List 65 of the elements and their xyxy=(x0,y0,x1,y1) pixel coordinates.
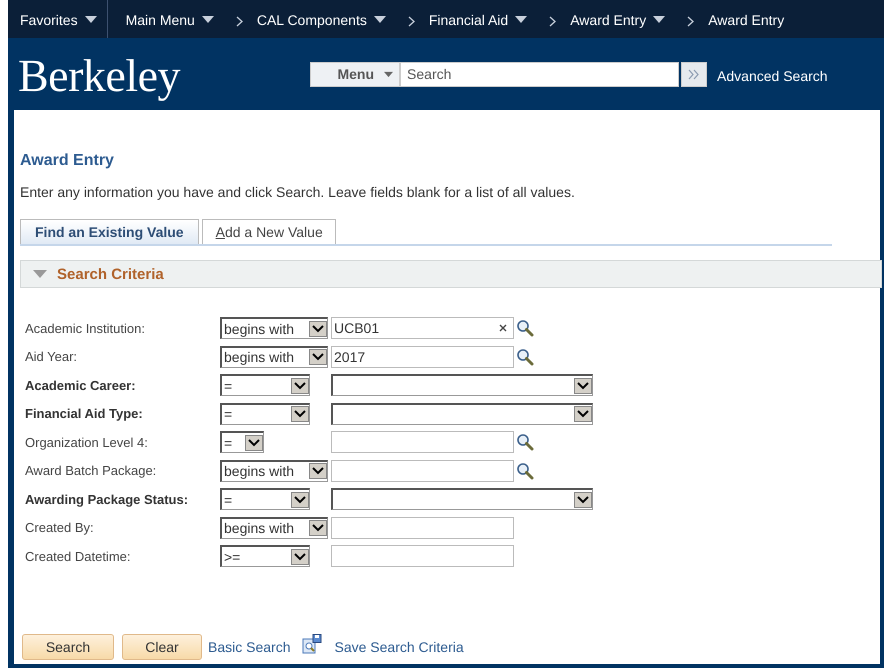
operator-dropdown[interactable]: = xyxy=(220,431,264,454)
input-field[interactable]: 2017 xyxy=(331,346,514,368)
operator-dropdown[interactable]: = xyxy=(220,488,310,510)
operator-dropdown[interactable]: = xyxy=(220,374,310,396)
value-dropdown[interactable] xyxy=(331,488,593,510)
nav-menu[interactable]: Financial Aid xyxy=(428,12,508,28)
tab[interactable]: Add a New Value xyxy=(202,219,336,244)
input-field[interactable]: UCB01 xyxy=(331,317,514,340)
nav-menu[interactable]: CAL Components xyxy=(256,12,367,28)
search-go-button[interactable] xyxy=(681,62,708,86)
field-label: Created Datetime: xyxy=(25,548,132,564)
operator-dropdown[interactable]: begins with xyxy=(220,460,328,482)
action-button[interactable]: Clear xyxy=(122,634,202,660)
field-label: Aid Year: xyxy=(25,349,78,364)
logo-text: Berkeley xyxy=(18,48,180,102)
nav-menu[interactable]: Award Entry xyxy=(570,12,646,28)
input-field[interactable] xyxy=(331,516,514,539)
caret-icon xyxy=(515,16,528,23)
chevron-icon xyxy=(236,16,243,27)
field-label: Created By: xyxy=(25,520,95,536)
caret-icon xyxy=(202,16,214,23)
operator-dropdown[interactable]: = xyxy=(220,402,310,425)
nav-menu[interactable]: Favorites xyxy=(20,12,78,28)
search-icon xyxy=(516,319,534,338)
caret-icon xyxy=(84,16,97,23)
link[interactable]: Basic Search xyxy=(208,639,290,655)
field-label: Awarding Package Status: xyxy=(25,492,190,507)
field-label: Academic Institution: xyxy=(25,320,146,336)
nav-menu[interactable]: Main Menu xyxy=(126,12,195,28)
caret-icon xyxy=(653,16,666,23)
advanced-search-link[interactable]: Advanced Search xyxy=(717,68,828,84)
chevron-icon xyxy=(687,16,694,27)
chevron-icon xyxy=(408,16,415,27)
action-button[interactable]: Search xyxy=(22,634,114,660)
input-field[interactable] xyxy=(331,460,514,482)
clear-icon[interactable] xyxy=(499,324,507,332)
field-label: Academic Career: xyxy=(25,378,137,393)
input-field[interactable] xyxy=(331,431,514,454)
search-field[interactable]: Search xyxy=(400,62,680,86)
page-title: Award Entry xyxy=(20,152,115,170)
instructions-text: Enter any information you have and click Search. Leave fields blank for a list of all values. xyxy=(20,184,576,200)
save-search-icon xyxy=(302,634,322,654)
field-label: Organization Level 4: xyxy=(25,434,149,450)
caret-icon xyxy=(384,70,394,78)
operator-dropdown[interactable]: begins with xyxy=(220,516,328,539)
tab[interactable]: Find an Existing Value xyxy=(20,219,199,244)
section-title: Search Criteria xyxy=(57,266,164,282)
caret-icon xyxy=(374,16,386,23)
search-icon xyxy=(516,433,534,452)
chevron-icon xyxy=(549,16,556,27)
operator-dropdown[interactable]: >= xyxy=(220,545,310,568)
value-dropdown[interactable] xyxy=(331,402,593,425)
value-dropdown[interactable] xyxy=(331,374,593,396)
breadcrumb-current[interactable]: Award Entry xyxy=(708,12,784,28)
double-chevron-icon xyxy=(688,68,700,80)
menu-dropdown[interactable]: Menu xyxy=(310,62,400,86)
section-header[interactable]: Search Criteria xyxy=(20,260,882,288)
operator-dropdown[interactable]: begins with xyxy=(220,346,328,368)
field-label: Award Batch Package: xyxy=(25,463,158,478)
field-label: Financial Aid Type: xyxy=(25,406,144,422)
search-icon xyxy=(516,462,534,480)
operator-dropdown[interactable]: begins with xyxy=(220,317,328,340)
input-field[interactable] xyxy=(331,545,514,568)
link[interactable]: Save Search Criteria xyxy=(334,639,464,655)
search-icon xyxy=(516,348,534,366)
